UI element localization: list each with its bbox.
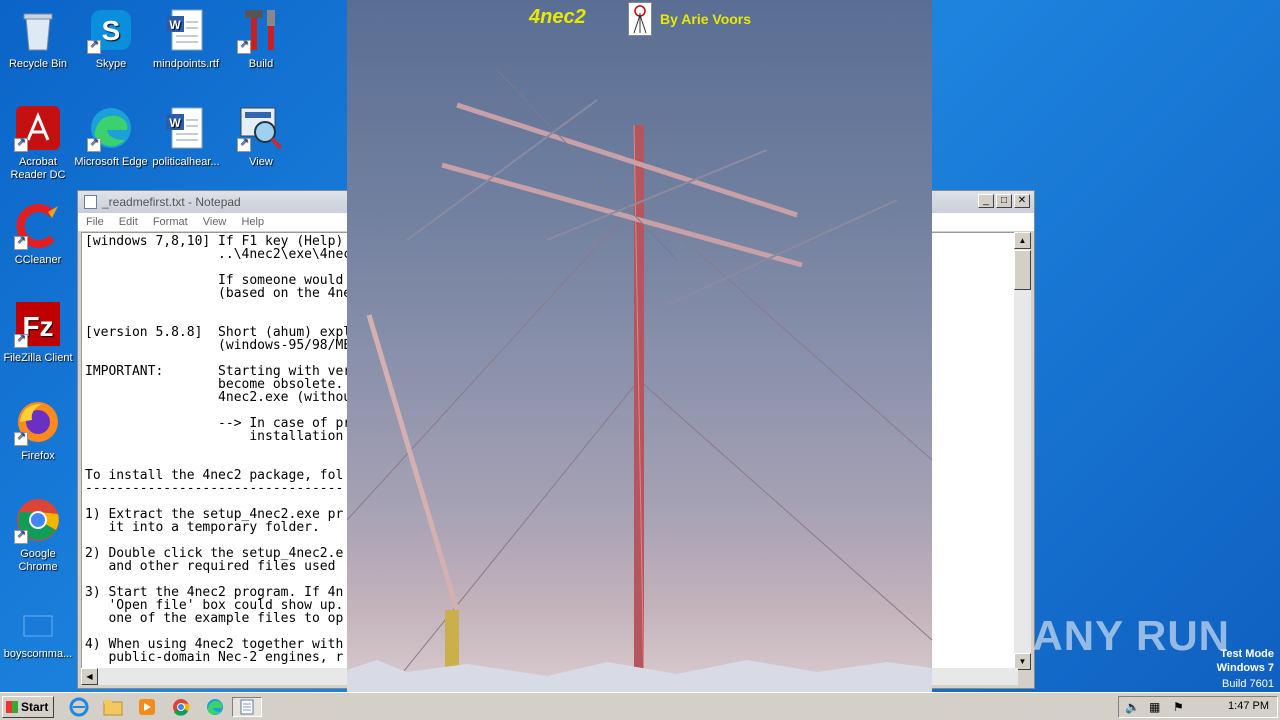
desktop-icon-ccleaner[interactable]: CCleaner (0, 196, 76, 267)
recycle-bin-icon (14, 6, 62, 54)
acrobat-icon (14, 104, 62, 152)
shortcut-arrow-icon (14, 430, 28, 446)
shortcut-arrow-icon (14, 234, 28, 250)
desktop-icon-label: Skype (95, 58, 127, 70)
splash-author: By Arie Voors (660, 11, 752, 27)
desktop-icon-label: View (249, 156, 273, 168)
desktop-icon-chrome[interactable]: Google Chrome (0, 490, 76, 574)
menu-edit[interactable]: Edit (119, 216, 138, 228)
notepad-icon (84, 195, 97, 209)
splash-title: 4nec2 (529, 6, 586, 28)
desktop-icon-label: mindpoints.rtf (152, 58, 220, 70)
maximize-button[interactable]: □ (996, 194, 1012, 208)
desktop-icon-label: Firefox (21, 450, 55, 462)
svg-text:W: W (169, 116, 181, 130)
chrome-taskbar-icon[interactable] (170, 697, 192, 717)
window-title: _readmefirst.txt - Notepad (102, 195, 241, 209)
build-tools-icon (237, 6, 285, 54)
desktop-icon-label: boyscomma... (3, 648, 73, 660)
anyrun-watermark: ANY RUN (1032, 612, 1230, 659)
desktop-icon-firefox[interactable]: Firefox (0, 392, 76, 463)
clock[interactable]: 1:47 PM (1228, 700, 1269, 712)
volume-icon[interactable]: 🔈 (1125, 700, 1140, 714)
antenna-logo-icon (628, 2, 652, 36)
shortcut-arrow-icon (87, 38, 101, 54)
ccleaner-icon (14, 202, 62, 250)
close-button[interactable]: ✕ (1014, 194, 1030, 208)
minimize-button[interactable]: _ (978, 194, 994, 208)
desktop-icon-view[interactable]: View (223, 98, 299, 169)
desktop-icon-acrobat[interactable]: Acrobat Reader DC (0, 98, 76, 182)
desktop-icon-label: politicalhear... (152, 156, 220, 168)
menu-file[interactable]: File (86, 216, 104, 228)
desktop-icon-label: FileZilla Client (3, 352, 73, 364)
shortcut-arrow-icon (14, 332, 28, 348)
explorer-icon[interactable] (102, 697, 124, 717)
firefox-icon (14, 398, 62, 446)
blank-file-icon (14, 614, 62, 644)
desktop-icon-boyscomma[interactable]: boyscomma... (0, 608, 76, 661)
skype-icon: S (87, 6, 135, 54)
action-center-flag-icon[interactable]: ⚑ (1173, 700, 1184, 714)
scroll-thumb[interactable] (1014, 250, 1031, 290)
desktop-icon-build[interactable]: Build (223, 0, 299, 71)
taskbar: Start 🔈 ▦ ⚑ 1:47 PM (0, 692, 1280, 720)
menu-format[interactable]: Format (153, 216, 188, 228)
desktop-icon-filezilla[interactable]: Fz FileZilla Client (0, 294, 76, 365)
desktop-icon-edge[interactable]: Microsoft Edge (73, 98, 149, 169)
svg-text:W: W (169, 18, 181, 32)
view-icon (237, 104, 285, 152)
chrome-icon (14, 496, 62, 544)
shortcut-arrow-icon (237, 136, 251, 152)
system-tray: 🔈 ▦ ⚑ 1:47 PM (1118, 696, 1278, 718)
antenna-tower-photo (347, 69, 932, 692)
build-number-label: Build 7601 (1222, 678, 1274, 690)
shortcut-arrow-icon (14, 136, 28, 152)
desktop-icon-skype[interactable]: S Skype (73, 0, 149, 71)
vertical-scrollbar[interactable]: ▲ ▼ (1014, 232, 1031, 670)
test-mode-label: Test Mode (1220, 648, 1274, 660)
shortcut-arrow-icon (87, 136, 101, 152)
menu-help[interactable]: Help (241, 216, 264, 228)
desktop-icon-mindpoints[interactable]: W mindpoints.rtf (148, 0, 224, 71)
scroll-up-button[interactable]: ▲ (1014, 232, 1031, 249)
scroll-left-button[interactable]: ◀ (81, 668, 98, 685)
desktop-icon-label: Recycle Bin (8, 58, 68, 70)
shortcut-arrow-icon (14, 528, 28, 544)
start-button[interactable]: Start (2, 696, 54, 718)
word-document-icon: W (162, 104, 210, 152)
word-document-icon: W (162, 6, 210, 54)
desktop-icon-politicalhear[interactable]: W politicalhear... (148, 98, 224, 169)
edge-taskbar-icon[interactable] (204, 697, 226, 717)
window-controls: _ □ ✕ (978, 194, 1030, 208)
desktop-icon-label: Acrobat Reader DC (10, 156, 66, 181)
svg-text:S: S (102, 15, 121, 46)
edge-icon (87, 104, 135, 152)
desktop-icon-label: CCleaner (14, 254, 62, 266)
desktop-icon-label: Google Chrome (18, 548, 58, 573)
filezilla-icon: Fz (14, 300, 62, 348)
network-icon[interactable]: ▦ (1149, 700, 1160, 714)
splash-window[interactable]: 4nec2 By Arie Voors (347, 0, 932, 692)
windows-version-label: Windows 7 (1216, 662, 1274, 674)
ie-icon[interactable] (68, 697, 90, 717)
shortcut-arrow-icon (237, 38, 251, 54)
menu-view[interactable]: View (203, 216, 227, 228)
desktop: Recycle Bin S Skype W mindpoints.rtf Bui… (0, 0, 1280, 692)
notepad-taskbar-button[interactable] (232, 697, 262, 717)
desktop-icon-recycle-bin[interactable]: Recycle Bin (0, 0, 76, 71)
desktop-icon-label: Microsoft Edge (74, 156, 148, 168)
media-player-icon[interactable] (136, 697, 158, 717)
desktop-icon-label: Build (248, 58, 274, 70)
